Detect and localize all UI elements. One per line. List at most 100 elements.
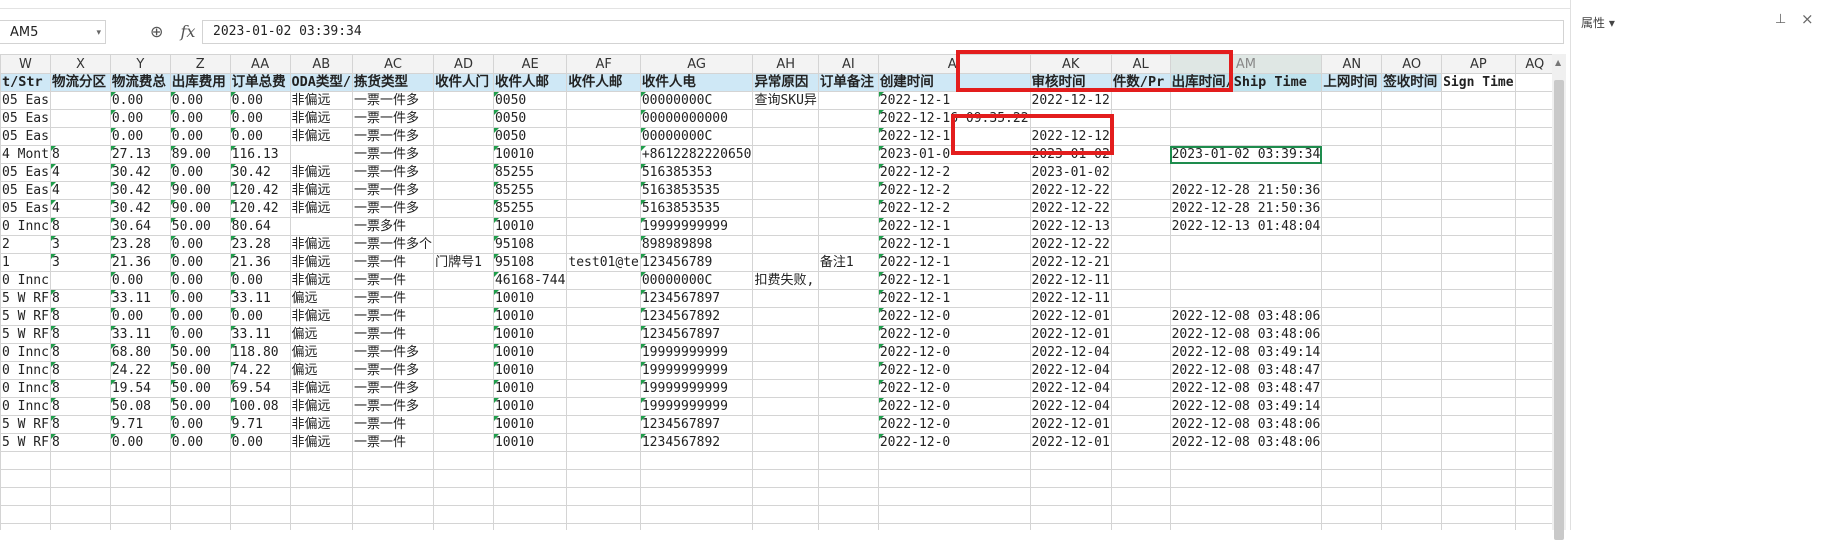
cell[interactable]: 一票一件多 bbox=[352, 109, 435, 128]
cell[interactable] bbox=[1514, 325, 1555, 344]
cell[interactable] bbox=[1441, 289, 1516, 308]
cell[interactable]: 27.13 bbox=[109, 145, 171, 164]
header-cell[interactable]: 订单总费 bbox=[229, 73, 291, 92]
cell[interactable] bbox=[1381, 217, 1443, 236]
cell[interactable]: 8 bbox=[49, 361, 111, 380]
name-box[interactable]: AM5 ▾ bbox=[0, 20, 106, 44]
cell[interactable]: 2022-12-0 bbox=[877, 343, 1031, 362]
cell[interactable]: 00000000C bbox=[639, 91, 754, 110]
cell[interactable]: 一票一件 bbox=[352, 433, 435, 452]
cell[interactable]: 0 Innc bbox=[0, 379, 51, 398]
cell[interactable] bbox=[1110, 361, 1171, 380]
scrollbar-thumb[interactable] bbox=[1554, 80, 1564, 540]
column-header[interactable]: AE bbox=[492, 54, 568, 74]
cell[interactable]: 非偏远 bbox=[289, 379, 354, 398]
header-cell[interactable]: 上网时间 bbox=[1321, 73, 1383, 92]
cell[interactable] bbox=[566, 523, 641, 530]
cell[interactable]: 50.00 bbox=[169, 217, 231, 236]
cell[interactable] bbox=[1321, 415, 1383, 434]
cell[interactable] bbox=[817, 181, 879, 200]
column-header[interactable]: AA bbox=[229, 54, 291, 74]
cell[interactable]: 0.00 bbox=[229, 271, 291, 290]
cell[interactable]: 8 bbox=[49, 307, 111, 326]
cell[interactable]: 一票一件多 bbox=[352, 361, 435, 380]
cell[interactable] bbox=[1321, 199, 1383, 218]
cell[interactable]: 50.00 bbox=[169, 361, 231, 380]
cell[interactable]: 非偏远 bbox=[289, 307, 354, 326]
cell[interactable]: 2023-01-02 bbox=[1029, 145, 1112, 164]
cell[interactable] bbox=[566, 181, 641, 200]
cell[interactable] bbox=[1441, 433, 1516, 452]
cell[interactable]: 05 Eas bbox=[0, 91, 51, 110]
pin-icon[interactable]: ⊥ bbox=[1775, 12, 1786, 27]
header-cell[interactable]: 创建时间 bbox=[877, 73, 1031, 92]
cell[interactable] bbox=[1441, 307, 1516, 326]
cell[interactable] bbox=[752, 505, 819, 524]
cell[interactable]: 24.22 bbox=[109, 361, 171, 380]
cell[interactable] bbox=[1514, 523, 1555, 530]
cell[interactable]: 2022-12-01 bbox=[1029, 415, 1112, 434]
cell[interactable] bbox=[1381, 415, 1443, 434]
cell[interactable] bbox=[1381, 181, 1443, 200]
cell[interactable] bbox=[1321, 91, 1383, 110]
cell[interactable] bbox=[566, 217, 641, 236]
cell[interactable] bbox=[289, 145, 354, 164]
cell[interactable] bbox=[1441, 253, 1516, 272]
cell[interactable] bbox=[433, 271, 494, 290]
cell[interactable] bbox=[1381, 487, 1443, 506]
cell[interactable]: 一票多件 bbox=[352, 217, 435, 236]
cell[interactable] bbox=[1110, 163, 1171, 182]
cell[interactable] bbox=[817, 271, 879, 290]
cell[interactable]: 3 bbox=[49, 235, 111, 254]
cell[interactable]: 21.36 bbox=[229, 253, 291, 272]
cell[interactable]: 一票一件 bbox=[352, 415, 435, 434]
cell[interactable] bbox=[1381, 235, 1443, 254]
cell[interactable] bbox=[1321, 253, 1383, 272]
cell[interactable] bbox=[1441, 415, 1516, 434]
cell[interactable] bbox=[1321, 469, 1383, 488]
cell[interactable] bbox=[1441, 109, 1516, 128]
cell[interactable]: 1234567892 bbox=[639, 433, 754, 452]
cell[interactable] bbox=[109, 451, 171, 470]
cell[interactable] bbox=[1514, 271, 1555, 290]
header-cell[interactable]: 收件人邮 bbox=[492, 73, 568, 92]
cell[interactable]: 85255 bbox=[492, 181, 568, 200]
cell[interactable]: 1 bbox=[0, 253, 51, 272]
cell[interactable] bbox=[433, 451, 494, 470]
cell[interactable] bbox=[433, 163, 494, 182]
cell[interactable]: 2022-12-08 03:49:14 bbox=[1169, 397, 1323, 416]
cell[interactable]: 2 bbox=[0, 235, 51, 254]
cell[interactable]: 0.00 bbox=[169, 325, 231, 344]
cell[interactable] bbox=[1441, 451, 1516, 470]
cell[interactable]: 1234567897 bbox=[639, 415, 754, 434]
cell[interactable] bbox=[492, 505, 568, 524]
cell[interactable]: 2022-12-0 bbox=[877, 433, 1031, 452]
cell[interactable]: 0.00 bbox=[109, 433, 171, 452]
cell[interactable] bbox=[752, 397, 819, 416]
cell[interactable] bbox=[1514, 217, 1555, 236]
cell[interactable] bbox=[492, 523, 568, 530]
cell[interactable]: 一票一件 bbox=[352, 325, 435, 344]
cell[interactable]: 0.00 bbox=[169, 253, 231, 272]
cell[interactable]: 2022-12-11 bbox=[1029, 289, 1112, 308]
cell[interactable] bbox=[752, 127, 819, 146]
cell[interactable] bbox=[1381, 253, 1443, 272]
cell[interactable]: 00000000000 bbox=[639, 109, 754, 128]
cell[interactable]: 2022-12-08 03:48:06 bbox=[1169, 307, 1323, 326]
cell[interactable] bbox=[1321, 343, 1383, 362]
cell[interactable] bbox=[752, 325, 819, 344]
cell[interactable]: 3 bbox=[49, 253, 111, 272]
cell[interactable]: 2022-12-01 bbox=[1029, 433, 1112, 452]
cell[interactable] bbox=[1514, 145, 1555, 164]
cell[interactable] bbox=[1441, 343, 1516, 362]
cell[interactable]: 46168-744 bbox=[492, 271, 568, 290]
cell[interactable]: 非偏远 bbox=[289, 415, 354, 434]
cell[interactable] bbox=[566, 127, 641, 146]
cell[interactable]: 2022-12-28 21:50:36 bbox=[1169, 199, 1323, 218]
cell[interactable]: 0.00 bbox=[109, 127, 171, 146]
cell[interactable] bbox=[433, 379, 494, 398]
cell[interactable] bbox=[566, 433, 641, 452]
cell[interactable]: 2022-12-2 bbox=[877, 163, 1031, 182]
cell[interactable]: 2022-12-22 bbox=[1029, 235, 1112, 254]
header-cell[interactable]: 拣货类型 bbox=[352, 73, 435, 92]
